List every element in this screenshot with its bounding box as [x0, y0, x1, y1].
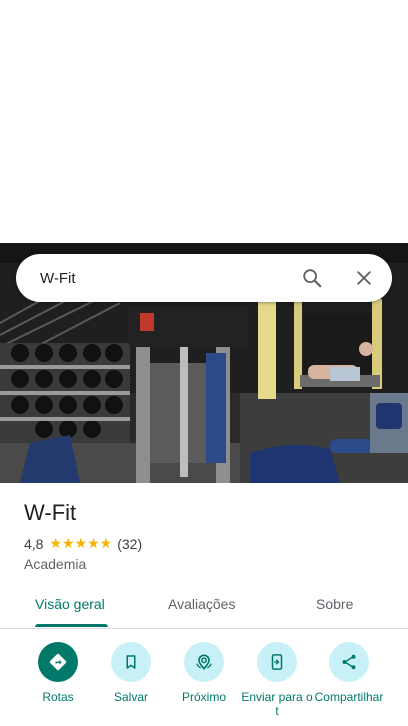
search-bar[interactable]: W-Fit	[16, 254, 392, 302]
tab-reviews[interactable]: Avaliações	[168, 596, 235, 612]
rating-stars-icon: ★★★★★	[49, 536, 113, 552]
send-to-phone-button[interactable]: Enviar para o t	[239, 642, 315, 718]
review-count[interactable]: (32)	[117, 536, 142, 552]
tab-bar: Visão geral Avaliações Sobre	[0, 584, 408, 629]
place-screen: W-Fit W-Fit 4,8 ★★★★★ (32) Academia Visã…	[0, 0, 408, 726]
send-to-phone-icon	[257, 642, 297, 682]
search-icon[interactable]	[292, 258, 332, 298]
save-button[interactable]: Salvar	[93, 642, 169, 718]
bookmark-icon	[111, 642, 151, 682]
directions-button[interactable]: Rotas	[20, 642, 96, 718]
nearby-icon	[184, 642, 224, 682]
map-area[interactable]	[0, 0, 408, 243]
share-icon	[329, 642, 369, 682]
nearby-label: Próximo	[181, 690, 226, 704]
active-tab-indicator	[35, 624, 108, 627]
close-icon[interactable]	[344, 258, 384, 298]
place-category: Academia	[24, 556, 87, 572]
rating-value: 4,8	[24, 536, 44, 552]
directions-label: Rotas	[42, 690, 74, 704]
nearby-button[interactable]: Próximo	[166, 642, 242, 718]
rating-row[interactable]: 4,8 ★★★★★ (32)	[24, 536, 142, 552]
save-label: Salvar	[113, 690, 148, 704]
directions-icon	[38, 642, 78, 682]
share-label: Compartilhar	[314, 690, 384, 704]
send-to-phone-label: Enviar para o t	[241, 690, 313, 718]
share-button[interactable]: Compartilhar	[311, 642, 387, 718]
tab-about[interactable]: Sobre	[316, 596, 353, 612]
search-input[interactable]: W-Fit	[40, 270, 292, 287]
place-title: W-Fit	[24, 500, 77, 525]
tab-overview[interactable]: Visão geral	[35, 596, 105, 612]
